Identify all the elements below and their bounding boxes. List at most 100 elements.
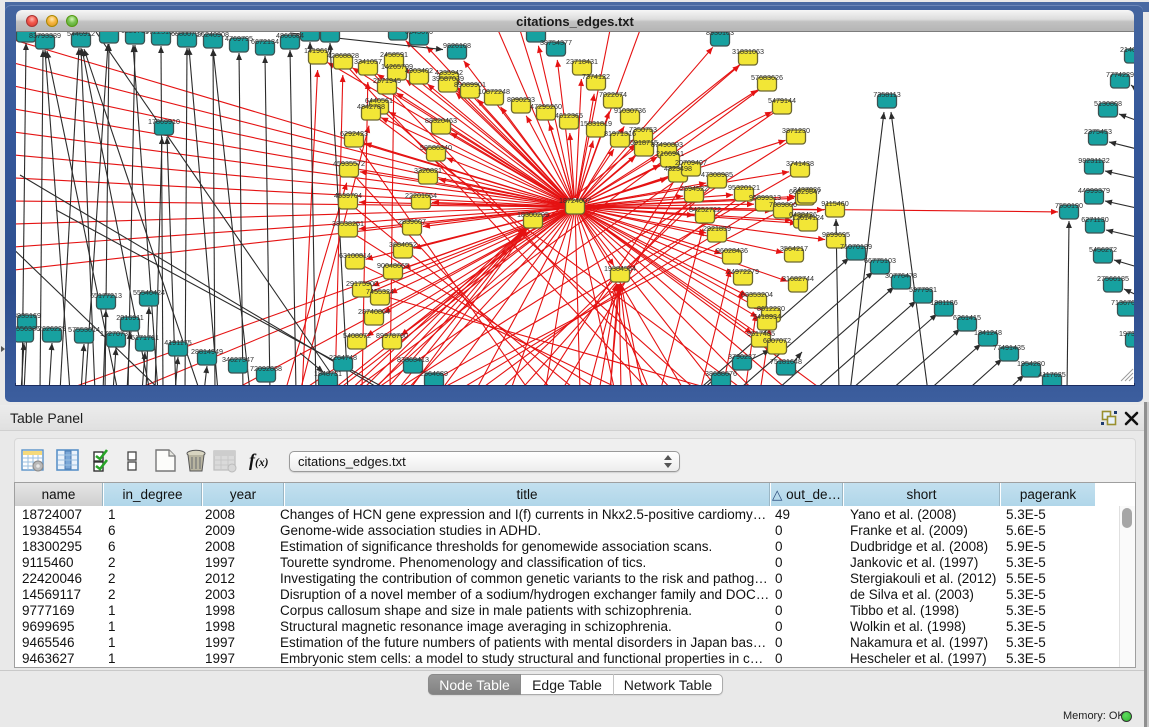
svg-text:71367643: 71367643 (1111, 298, 1134, 307)
svg-text:18724007: 18724007 (559, 196, 591, 205)
svg-text:23718431: 23718431 (566, 57, 598, 66)
svg-text:19736572: 19736572 (1119, 329, 1134, 338)
svg-text:98231132: 98231132 (1078, 156, 1109, 165)
svg-text:1981186: 1981186 (930, 298, 957, 307)
svg-text:3684052: 3684052 (389, 240, 417, 249)
svg-text:83793389: 83793389 (29, 32, 61, 40)
svg-text:84252722: 84252722 (689, 205, 721, 214)
svg-text:77491435: 77491435 (993, 343, 1025, 352)
svg-text:2571945: 2571945 (373, 76, 401, 85)
svg-text:31831063: 31831063 (732, 47, 764, 56)
svg-text:4191175: 4191175 (164, 338, 191, 347)
svg-text:57683626: 57683626 (751, 73, 783, 82)
svg-text:47308985: 47308985 (701, 170, 733, 179)
svg-text:88320463: 88320463 (425, 116, 457, 125)
svg-text:6261415: 6261415 (953, 313, 981, 322)
svg-text:1954280: 1954280 (1017, 359, 1045, 368)
svg-text:2375453: 2375453 (1084, 127, 1112, 136)
svg-text:24972279: 24972279 (727, 267, 759, 276)
svg-text:4769795: 4769795 (225, 34, 253, 43)
svg-text:5446912: 5446912 (67, 32, 95, 38)
svg-text:5977931: 5977931 (909, 285, 937, 294)
svg-text:12614124: 12614124 (792, 213, 824, 222)
svg-text:89978790: 89978790 (376, 331, 408, 340)
svg-text:7550190: 7550190 (1055, 201, 1083, 210)
svg-text:4539704: 4539704 (334, 191, 362, 200)
svg-text:9626108: 9626108 (443, 41, 471, 50)
svg-text:2458591: 2458591 (380, 50, 408, 59)
svg-text:28814949: 28814949 (191, 347, 223, 356)
svg-text:2564689: 2564689 (420, 369, 448, 378)
svg-text:3871230: 3871230 (782, 126, 810, 135)
svg-text:72092888: 72092888 (250, 364, 282, 373)
svg-text:38754377: 38754377 (540, 38, 572, 47)
svg-text:1841248: 1841248 (974, 328, 1002, 337)
svg-text:2140194: 2140194 (1120, 45, 1134, 54)
svg-text:30776478: 30776478 (885, 271, 917, 280)
svg-text:5456272: 5456272 (1089, 245, 1117, 254)
svg-text:8935169: 8935169 (16, 311, 41, 320)
svg-text:7350753: 7350753 (629, 125, 657, 134)
svg-text:3790237: 3790237 (728, 352, 756, 361)
svg-text:44999379: 44999379 (1078, 186, 1110, 195)
svg-text:55540424: 55540424 (133, 288, 165, 297)
svg-text:2626229: 2626229 (38, 324, 66, 333)
svg-text:9699695: 9699695 (822, 230, 850, 239)
svg-text:7774229: 7774229 (1106, 70, 1134, 79)
svg-text:7455324: 7455324 (366, 287, 394, 296)
svg-text:5171761: 5171761 (131, 333, 159, 342)
svg-text:7374122: 7374122 (582, 72, 610, 81)
svg-text:20709497: 20709497 (675, 158, 707, 167)
svg-text:5672073: 5672073 (522, 32, 550, 33)
svg-text:34627347: 34627347 (222, 355, 254, 364)
svg-text:4117625: 4117625 (1038, 370, 1065, 379)
svg-text:47295260: 47295260 (530, 102, 562, 111)
svg-text:15831819: 15831819 (580, 119, 612, 128)
svg-text:6292423: 6292423 (340, 129, 368, 138)
svg-text:58586340: 58586340 (420, 143, 452, 152)
svg-text:66775103: 66775103 (864, 256, 896, 265)
svg-text:8930103: 8930103 (706, 32, 734, 37)
svg-text:38688676: 38688676 (705, 369, 737, 378)
svg-text:5130808: 5130808 (1094, 99, 1122, 108)
svg-text:19384554: 19384554 (604, 264, 636, 273)
svg-text:6271130: 6271130 (1081, 215, 1108, 224)
svg-text:6007072: 6007072 (763, 336, 791, 345)
svg-text:2016911: 2016911 (116, 313, 143, 322)
svg-text:68353204: 68353204 (741, 290, 773, 299)
svg-text:3564217: 3564217 (780, 244, 808, 253)
svg-text:96028436: 96028436 (716, 246, 748, 255)
svg-text:5479144: 5479144 (768, 96, 796, 105)
svg-text:63100814: 63100814 (339, 251, 371, 260)
svg-text:10872248: 10872248 (478, 87, 510, 96)
svg-text:9115460: 9115460 (821, 199, 848, 208)
svg-text:1987737: 1987737 (316, 32, 344, 33)
svg-text:2839607: 2839607 (398, 217, 426, 226)
svg-text:7022674: 7022674 (599, 90, 627, 99)
svg-text:18300295: 18300295 (517, 210, 549, 219)
svg-text:6543670: 6543670 (405, 32, 433, 36)
svg-text:4903402: 4903402 (405, 66, 433, 75)
svg-text:28740864: 28740864 (358, 307, 390, 316)
svg-text:57553014: 57553014 (68, 325, 100, 334)
svg-text:5418934: 5418934 (753, 312, 781, 321)
svg-text:75181648: 75181648 (770, 357, 802, 366)
svg-text:4860684: 4860684 (276, 32, 304, 40)
svg-text:5408072: 5408072 (343, 331, 371, 340)
svg-text:1848731: 1848731 (314, 369, 342, 378)
svg-text:83863413: 83863413 (397, 355, 429, 364)
svg-text:3341057: 3341057 (354, 57, 382, 66)
svg-text:2264748: 2264748 (329, 353, 357, 362)
svg-text:3741438: 3741438 (786, 159, 814, 168)
svg-text:2921859: 2921859 (703, 224, 731, 233)
svg-text:45935572: 45935572 (333, 159, 365, 168)
svg-text:27566185: 27566185 (1097, 274, 1129, 283)
svg-text:6672134: 6672134 (251, 37, 279, 46)
svg-text:22201654: 22201654 (405, 191, 437, 200)
svg-text:90048665: 90048665 (377, 261, 409, 270)
svg-text:17869910: 17869910 (148, 117, 180, 126)
svg-text:4842788: 4842788 (357, 102, 385, 111)
svg-text:2694522: 2694522 (680, 184, 708, 193)
svg-text:3320821: 3320821 (414, 166, 442, 175)
svg-text:38538251: 38538251 (332, 219, 364, 228)
